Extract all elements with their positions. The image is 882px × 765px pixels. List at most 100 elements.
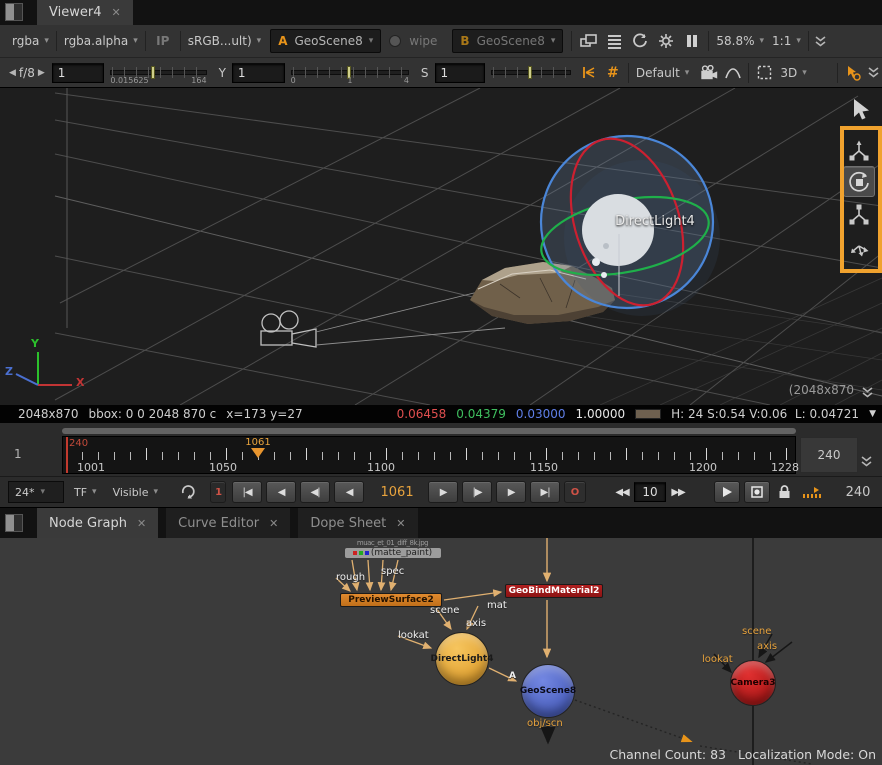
- chevron-double-down-icon[interactable]: [865, 62, 882, 84]
- curve-icon[interactable]: [721, 61, 745, 85]
- goto-start-button[interactable]: |◀: [232, 481, 262, 503]
- timeline: 1 240 1001 1050 1100 1150 1200 1228 1061…: [0, 423, 882, 477]
- gamma-input[interactable]: 1: [232, 63, 285, 83]
- scale-tool-button[interactable]: [843, 198, 875, 229]
- node-graph-canvas[interactable]: muac_et_01_diff_8k.jpg (matte_paint) Pre…: [0, 538, 882, 765]
- aperture-next-icon[interactable]: ▶: [35, 68, 48, 78]
- frame-increment-field[interactable]: 10: [634, 482, 666, 502]
- node-camera[interactable]: Camera3: [730, 660, 776, 706]
- tab-dope-sheet[interactable]: Dope Sheet ✕: [298, 508, 417, 538]
- current-frame-field[interactable]: 1061: [370, 485, 424, 500]
- close-icon[interactable]: ✕: [396, 517, 405, 530]
- select-tool-button[interactable]: [843, 93, 875, 124]
- infobar-dropdown-icon[interactable]: ▼: [869, 409, 876, 419]
- stack-mode-icon[interactable]: [601, 29, 627, 53]
- viewer-tab-label: Viewer4: [49, 5, 101, 20]
- saturation-label: S: [421, 66, 429, 80]
- proxy-toggle-icon[interactable]: [575, 29, 601, 53]
- read-node[interactable]: muac_et_01_diff_8k.jpg (matte_paint): [330, 539, 455, 558]
- node-geo-bind-material[interactable]: GeoBindMaterial2: [505, 584, 603, 598]
- tab-viewer4[interactable]: Viewer4 ✕: [37, 0, 133, 25]
- in-marker-label: 240: [69, 438, 88, 449]
- gamma-label: Y: [219, 66, 226, 80]
- cursor-lock-icon[interactable]: [841, 61, 865, 85]
- channels-dropdown[interactable]: rgba: [8, 30, 53, 52]
- jump-back-button[interactable]: ◀◀: [610, 481, 634, 503]
- edge-label-spec: spec: [381, 566, 404, 577]
- wipe-label: wipe: [409, 34, 437, 48]
- play-backward-button[interactable]: ◀: [334, 481, 364, 503]
- panel-layout-icon[interactable]: [5, 514, 23, 532]
- saturation-slider[interactable]: [491, 62, 571, 84]
- first-frame-marker: [66, 437, 68, 473]
- tab-node-graph[interactable]: Node Graph ✕: [37, 508, 158, 538]
- pause-icon[interactable]: [679, 29, 705, 53]
- chevron-double-down-icon[interactable]: [861, 386, 874, 399]
- edge-label-cam-lookat: lookat: [702, 654, 733, 665]
- marquee-select-icon[interactable]: [752, 61, 776, 85]
- translate-tool-button[interactable]: [843, 134, 875, 165]
- record-button[interactable]: [744, 481, 770, 503]
- panel-layout-icon[interactable]: [5, 3, 23, 21]
- fps-dropdown[interactable]: 24*: [8, 481, 64, 503]
- timeline-ruler[interactable]: 240 1001 1050 1100 1150 1200 1228 1061: [62, 436, 796, 474]
- refresh-icon[interactable]: [627, 29, 653, 53]
- lock-icon[interactable]: [774, 480, 794, 504]
- range-end-box[interactable]: 240: [800, 437, 858, 473]
- edge-label-scene: scene: [430, 605, 459, 616]
- aperture-prev-icon[interactable]: ◀: [6, 68, 19, 78]
- skew-tool-button[interactable]: [843, 230, 875, 261]
- flipbook-button[interactable]: [714, 481, 740, 503]
- gamma-slider[interactable]: 0 1 4: [291, 62, 409, 84]
- lut-dropdown[interactable]: Default: [632, 62, 693, 84]
- edge-label-mat: mat: [487, 600, 507, 611]
- loop-mode-icon[interactable]: [176, 480, 202, 504]
- roi-gear-icon[interactable]: [653, 29, 679, 53]
- timeline-scrollbar[interactable]: [62, 428, 796, 434]
- rotate-tool-button[interactable]: [843, 166, 875, 197]
- viewer-process-dropdown[interactable]: sRGB...ult): [184, 30, 265, 52]
- layer-dropdown[interactable]: rgba.alpha: [60, 30, 142, 52]
- in-point-indicator[interactable]: 1: [210, 481, 226, 503]
- visibility-dropdown[interactable]: Visible: [109, 481, 162, 503]
- viewport-resolution-label: (2048x870: [789, 383, 854, 397]
- saturation-input[interactable]: 1: [435, 63, 486, 83]
- channel-count-label: Channel Count: 83: [609, 747, 726, 762]
- camera-icon[interactable]: [697, 61, 721, 85]
- stop-button[interactable]: O: [564, 481, 586, 503]
- step-forward-button[interactable]: |▶: [462, 481, 492, 503]
- tab-curve-editor[interactable]: Curve Editor ✕: [166, 508, 290, 538]
- close-icon[interactable]: ✕: [137, 517, 146, 530]
- nuke-window: Viewer4 ✕ rgba rgba.alpha IP sRGB...ult)…: [0, 0, 882, 765]
- input-b-dropdown[interactable]: B GeoScene8: [452, 29, 563, 53]
- close-icon[interactable]: ✕: [269, 517, 278, 530]
- node-geo-scene[interactable]: GeoScene8: [521, 664, 575, 718]
- view-select-dropdown[interactable]: 3D: [776, 62, 834, 84]
- input-process-button[interactable]: IP: [149, 29, 177, 53]
- node-preview-surface[interactable]: PreviewSurface2: [340, 593, 442, 607]
- play-button[interactable]: ▶: [428, 481, 458, 503]
- pixel-aspect-dropdown[interactable]: 1:1: [768, 30, 805, 52]
- prev-keyframe-button[interactable]: ◀: [266, 481, 296, 503]
- step-back-button[interactable]: ◀|: [300, 481, 330, 503]
- wipe-toggle[interactable]: [389, 35, 401, 47]
- edge-label-a: A: [509, 671, 516, 681]
- chevron-double-down-icon[interactable]: [812, 30, 830, 52]
- next-keyframe-button[interactable]: ▶: [496, 481, 526, 503]
- input-a-dropdown[interactable]: A GeoScene8: [270, 29, 381, 53]
- tf-dropdown[interactable]: TF: [70, 481, 101, 503]
- close-icon[interactable]: ✕: [111, 6, 120, 19]
- viewport-scene: [0, 88, 882, 405]
- goto-end-button[interactable]: ▶|: [530, 481, 560, 503]
- keys-timeline-icon[interactable]: [798, 480, 826, 504]
- zoom-level-dropdown[interactable]: 58.8%: [712, 30, 768, 52]
- playhead-marker[interactable]: [251, 448, 265, 458]
- chevron-double-down-icon[interactable]: [860, 455, 873, 468]
- node-direct-light[interactable]: DirectLight4: [435, 632, 489, 686]
- viewport-3d[interactable]: DirectLight4 Y X Z (2048x870: [0, 88, 882, 405]
- jump-forward-button[interactable]: ▶▶: [666, 481, 690, 503]
- gain-input[interactable]: 1: [52, 63, 105, 83]
- gain-slider[interactable]: 0.015625 164: [110, 62, 206, 84]
- grid-hash-icon[interactable]: #: [601, 61, 625, 85]
- light-icon[interactable]: [577, 61, 601, 85]
